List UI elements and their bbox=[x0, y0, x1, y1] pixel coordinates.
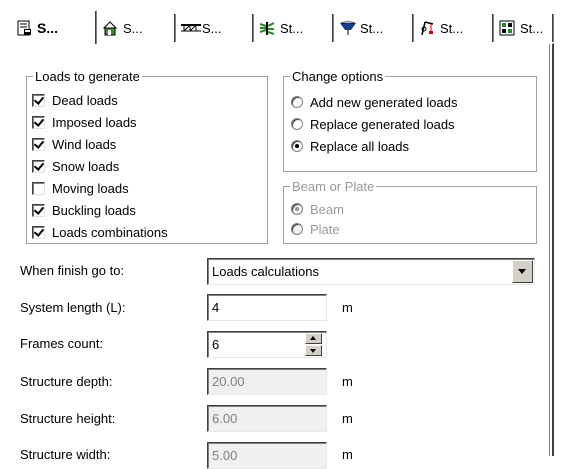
system-length-unit: m bbox=[342, 300, 353, 315]
beam-structure-icon bbox=[181, 20, 201, 36]
spin-down-icon[interactable] bbox=[305, 345, 322, 356]
checkbox-label: Dead loads bbox=[52, 92, 118, 108]
checkbox-label: Imposed loads bbox=[52, 114, 137, 130]
radio-button[interactable] bbox=[291, 140, 303, 152]
frames-count-label: Frames count: bbox=[20, 336, 104, 351]
system-length-input[interactable]: 4 bbox=[207, 294, 327, 321]
dropdown-value: Loads calculations bbox=[212, 264, 319, 279]
tab-label: St... bbox=[440, 20, 464, 36]
checkbox-label: Loads combinations bbox=[52, 224, 168, 240]
structure-width-label: Structure width: bbox=[20, 447, 111, 462]
checkbox-box[interactable] bbox=[32, 181, 45, 195]
checkbox-label: Moving loads bbox=[52, 180, 129, 196]
radio-plate[interactable]: Plate bbox=[291, 220, 340, 238]
system-length-label: System length (L): bbox=[20, 300, 126, 315]
group-title: Loads to generate bbox=[33, 69, 142, 84]
tab-panel: Loads to generate Dead loads Imposed loa… bbox=[8, 43, 554, 469]
tab-label: St... bbox=[520, 20, 544, 36]
checkbox-label: Buckling loads bbox=[52, 202, 136, 218]
radio-add-new-generated-loads[interactable]: Add new generated loads bbox=[291, 93, 457, 111]
checkbox-snow-loads[interactable]: Snow loads bbox=[32, 157, 119, 175]
checkbox-box[interactable] bbox=[32, 203, 45, 217]
checkbox-imposed-loads[interactable]: Imposed loads bbox=[32, 113, 137, 131]
loads-to-generate-group: Loads to generate Dead loads Imposed loa… bbox=[26, 69, 268, 244]
checkbox-buckling-loads[interactable]: Buckling loads bbox=[32, 201, 136, 219]
structure-height-label: Structure height: bbox=[20, 411, 116, 426]
radio-replace-all-loads[interactable]: Replace all loads bbox=[291, 137, 409, 155]
structure-height-input[interactable]: 6.00 bbox=[207, 405, 327, 432]
checkbox-box[interactable] bbox=[32, 137, 45, 151]
tab-label: S... bbox=[123, 20, 143, 36]
tab-beams[interactable]: S... bbox=[176, 14, 254, 42]
spin-up-icon[interactable] bbox=[305, 333, 322, 344]
checkbox-dead-loads[interactable]: Dead loads bbox=[32, 91, 118, 109]
radio-button[interactable] bbox=[291, 96, 303, 108]
radio-button[interactable] bbox=[291, 223, 303, 235]
wind-icon bbox=[259, 20, 275, 36]
stepper-value: 6 bbox=[212, 337, 220, 352]
building-icon bbox=[102, 20, 118, 36]
structure-depth-input[interactable]: 20.00 bbox=[207, 368, 327, 395]
structure-depth-unit: m bbox=[342, 374, 353, 389]
radio-beam[interactable]: Beam bbox=[291, 200, 344, 218]
tab-frames[interactable]: St... bbox=[494, 14, 554, 42]
panel-edge bbox=[549, 44, 550, 456]
chevron-down-icon[interactable] bbox=[512, 260, 533, 283]
checkbox-wind-loads[interactable]: Wind loads bbox=[32, 135, 116, 153]
crane-icon bbox=[419, 20, 435, 36]
when-finish-dropdown[interactable]: Loads calculations bbox=[207, 258, 535, 285]
radio-replace-generated-loads[interactable]: Replace generated loads bbox=[291, 115, 455, 133]
checkbox-box[interactable] bbox=[32, 159, 45, 173]
radio-button[interactable] bbox=[291, 203, 303, 215]
tab-label: S... bbox=[202, 20, 222, 36]
frame-grid-icon bbox=[499, 20, 515, 36]
radio-label: Replace all loads bbox=[310, 138, 410, 154]
document-properties-icon bbox=[16, 20, 32, 36]
checkbox-box[interactable] bbox=[32, 93, 45, 107]
tab-moving[interactable]: St... bbox=[414, 14, 494, 42]
tab-wind[interactable]: St... bbox=[254, 14, 334, 42]
change-options-group: Change options Add new generated loads R… bbox=[283, 69, 537, 172]
checkbox-box[interactable] bbox=[32, 115, 45, 129]
radio-button[interactable] bbox=[291, 118, 303, 130]
group-title: Change options bbox=[290, 69, 386, 84]
tab-strip: S... S... S... St... St... St... St... bbox=[0, 0, 562, 44]
structure-height-unit: m bbox=[342, 411, 353, 426]
group-title: Beam or Plate bbox=[290, 179, 377, 194]
tab-general[interactable]: S... bbox=[11, 10, 97, 44]
tab-label: St... bbox=[280, 20, 304, 36]
structure-width-unit: m bbox=[342, 447, 353, 462]
snow-roof-icon bbox=[339, 20, 356, 36]
radio-label: Plate bbox=[310, 221, 340, 237]
radio-label: Replace generated loads bbox=[310, 116, 455, 132]
tab-snow[interactable]: St... bbox=[334, 14, 414, 42]
checkbox-label: Wind loads bbox=[52, 136, 117, 152]
checkbox-moving-loads[interactable]: Moving loads bbox=[32, 179, 129, 197]
radio-label: Add new generated loads bbox=[310, 94, 458, 110]
beam-or-plate-group: Beam or Plate Beam Plate bbox=[283, 179, 537, 244]
checkbox-label: Snow loads bbox=[52, 158, 120, 174]
tab-label: S... bbox=[37, 19, 59, 36]
radio-label: Beam bbox=[310, 201, 344, 217]
frames-count-spinner[interactable] bbox=[305, 333, 322, 356]
structure-depth-label: Structure depth: bbox=[20, 374, 113, 389]
checkbox-loads-combinations[interactable]: Loads combinations bbox=[32, 223, 168, 241]
tab-label: St... bbox=[360, 20, 384, 36]
tab-building[interactable]: S... bbox=[97, 14, 176, 42]
checkbox-box[interactable] bbox=[32, 225, 45, 239]
when-finish-label: When finish go to: bbox=[20, 263, 125, 278]
